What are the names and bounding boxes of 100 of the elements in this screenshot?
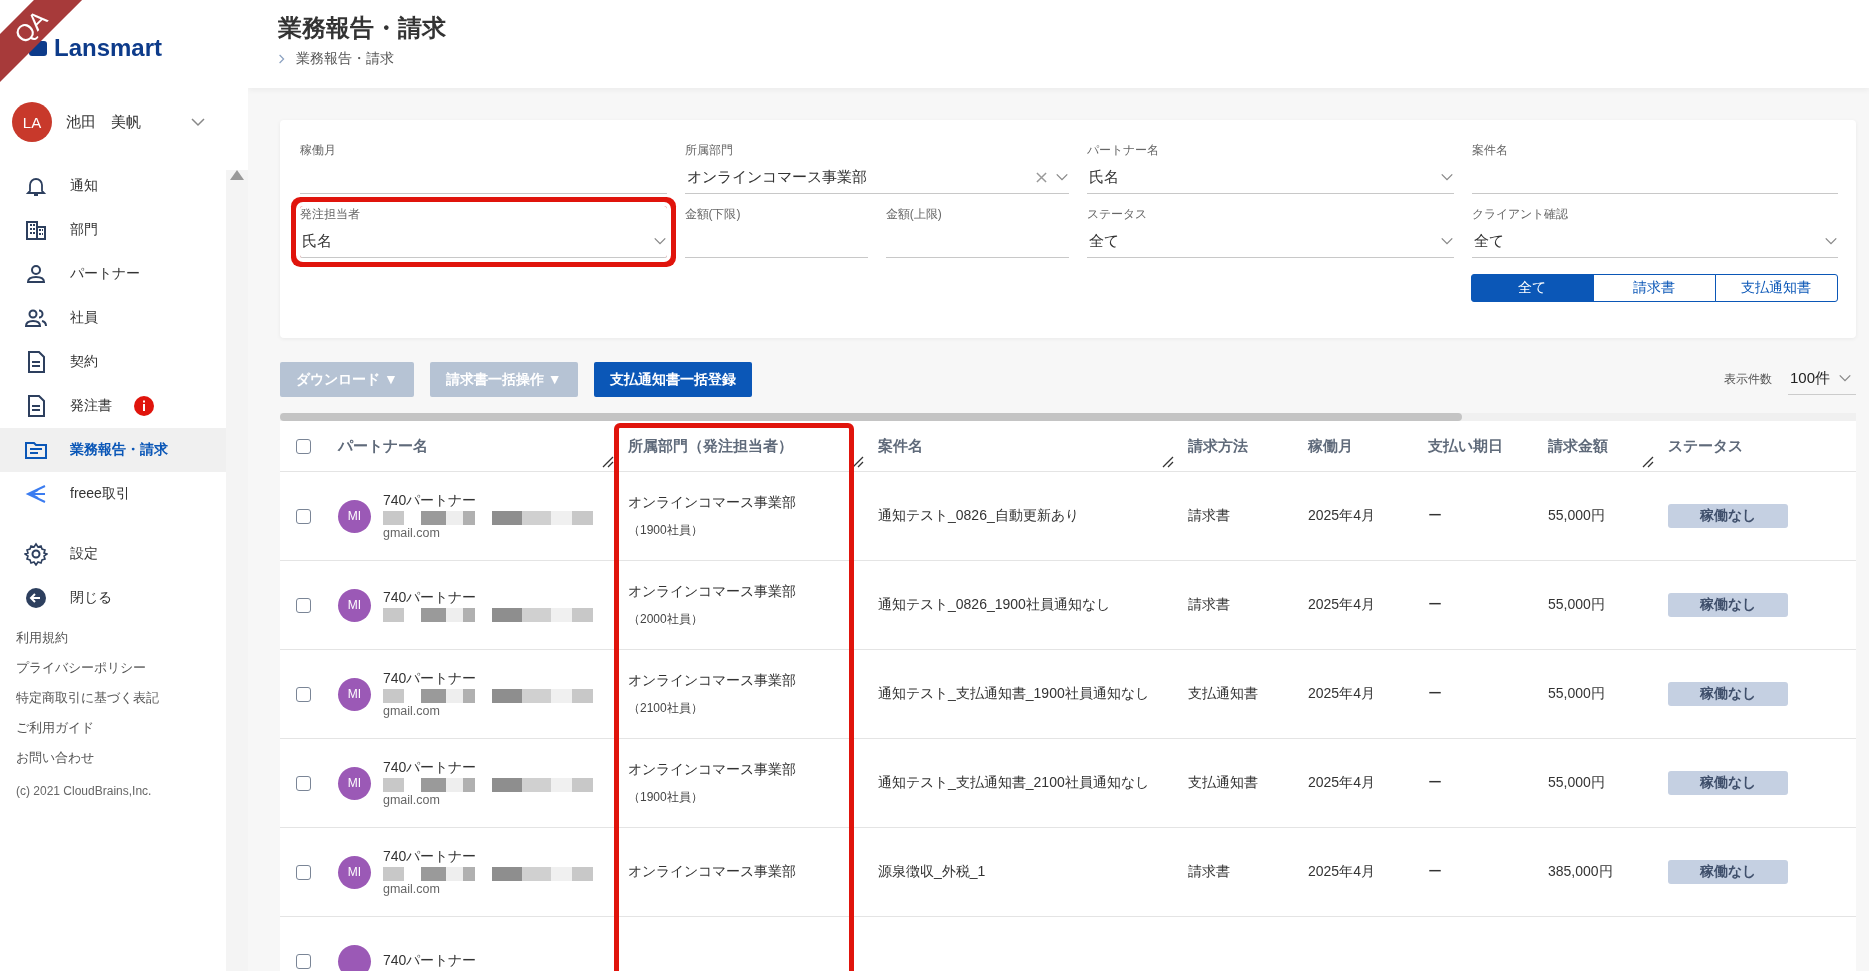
case-name: 通知テスト_支払通知書_1900社員通知なし — [878, 685, 1149, 701]
billing-method: 請求書 — [1188, 507, 1230, 523]
footer-link[interactable]: お問い合わせ — [16, 750, 226, 767]
billing-method: 請求書 — [1188, 596, 1230, 612]
row-checkbox[interactable] — [296, 775, 311, 791]
row-checkbox[interactable] — [296, 597, 311, 613]
partner-email: gmail.com — [383, 882, 441, 896]
column-header[interactable]: 案件名 — [878, 436, 923, 456]
column-header[interactable]: 請求方法 — [1188, 436, 1248, 456]
column-header[interactable]: ステータス — [1668, 436, 1743, 456]
billing-amount: 385,000円 — [1548, 863, 1613, 879]
nav-item[interactable]: 設定 — [0, 532, 226, 576]
filter-tab[interactable]: 支払通知書 — [1714, 274, 1838, 302]
horizontal-scrollbar[interactable] — [280, 413, 1462, 421]
copyright-text: (c) 2021 CloudBrains,Inc. — [16, 784, 153, 798]
resize-handle-icon[interactable] — [1162, 456, 1174, 468]
orderer-text: （2000社員） — [628, 610, 704, 628]
back-icon — [24, 586, 48, 610]
resize-handle-icon[interactable] — [602, 456, 614, 468]
work-month: 2025年4月 — [1308, 863, 1375, 879]
select-field[interactable]: ステータス 全て — [1087, 206, 1454, 258]
nav-item[interactable]: 部門 — [0, 208, 226, 252]
billing-amount: 55,000円 — [1548, 774, 1605, 790]
partner-avatar: MI — [338, 855, 371, 889]
select-field[interactable]: パートナー名 氏名 — [1087, 142, 1454, 194]
billing-method: 支払通知書 — [1188, 774, 1258, 790]
column-header[interactable]: パートナー名 — [338, 436, 428, 456]
scroll-up-icon[interactable] — [230, 170, 244, 180]
status-badge: 稼働なし — [1668, 771, 1788, 795]
column-header[interactable]: 支払い期日 — [1428, 436, 1503, 456]
brand-logo[interactable]: Lansmart — [54, 34, 163, 62]
nav-item[interactable]: 閉じる — [0, 576, 226, 620]
filter-tab[interactable]: 請求書 — [1592, 274, 1716, 302]
orderer-text: （1900社員） — [628, 788, 704, 806]
case-name: 通知テスト_支払通知書_2100社員通知なし — [878, 774, 1149, 790]
filter-tab[interactable]: 全て — [1470, 274, 1594, 302]
column-header[interactable]: 稼働月 — [1308, 436, 1353, 456]
row-checkbox[interactable] — [296, 864, 311, 880]
nav-item[interactable]: 契約 — [0, 340, 226, 384]
partner-name: 740パートナー — [383, 952, 477, 970]
user-avatar[interactable]: LA — [12, 102, 52, 142]
person-icon — [24, 262, 48, 286]
select-field[interactable]: 所属部門 オンラインコマース事業部 — [684, 142, 1069, 194]
action-button[interactable]: 支払通知書一括登録 — [593, 362, 752, 397]
partner-email: gmail.com — [383, 793, 441, 807]
footer-link[interactable]: 利用規約 — [16, 630, 226, 647]
partner-name: 740パートナー — [383, 492, 478, 510]
column-header[interactable]: 請求金額 — [1548, 436, 1608, 456]
billing-amount: 55,000円 — [1548, 507, 1605, 523]
department-text: オンラインコマース事業部 — [628, 671, 797, 690]
select-field[interactable]: 発注担当者 氏名 — [300, 206, 667, 258]
department-text: オンラインコマース事業部 — [628, 582, 797, 601]
footer-link[interactable]: ご利用ガイド — [16, 720, 226, 737]
input-field[interactable]: 案件名 — [1471, 142, 1838, 194]
status-badge: 稼働なし — [1668, 682, 1788, 706]
page-size-select[interactable]: 100件 — [1787, 364, 1856, 395]
due-date: ー — [1428, 507, 1442, 523]
user-name: 池田 美帆 — [66, 112, 142, 132]
nav-item[interactable]: 社員 — [0, 296, 226, 340]
nav-item[interactable]: 通知 — [0, 164, 226, 208]
due-date: ー — [1428, 596, 1442, 612]
breadcrumb-link[interactable]: 業務報告・請求 — [296, 50, 394, 68]
row-checkbox[interactable] — [296, 508, 311, 524]
footer-link[interactable]: 特定商取引に基づく表記 — [16, 690, 226, 707]
nav-item[interactable]: パートナー — [0, 252, 226, 296]
due-date: ー — [1428, 863, 1442, 879]
select-all-checkbox[interactable] — [296, 438, 311, 454]
resize-handle-icon[interactable] — [1642, 456, 1654, 468]
partner-avatar — [338, 944, 371, 971]
nav-item[interactable]: freee取引 — [0, 472, 226, 516]
partner-email: gmail.com — [383, 526, 441, 540]
partner-name: 740パートナー — [383, 759, 478, 777]
partner-name: 740パートナー — [383, 670, 478, 688]
row-checkbox[interactable] — [296, 686, 311, 702]
nav-item[interactable]: 業務報告・請求 — [0, 428, 226, 472]
case-name: 通知テスト_0826_自動更新あり — [878, 507, 1079, 523]
billing-amount: 55,000円 — [1548, 596, 1605, 612]
resize-handle-icon[interactable] — [852, 456, 864, 468]
partner-email: gmail.com — [383, 704, 441, 718]
billing-method: 請求書 — [1188, 863, 1230, 879]
row-checkbox[interactable] — [296, 953, 311, 969]
due-date: ー — [1428, 685, 1442, 701]
input-field[interactable]: 稼働月 — [300, 142, 667, 194]
due-date: ー — [1428, 774, 1442, 790]
orderer-text: （2100社員） — [628, 699, 704, 717]
column-header[interactable]: 所属部門（発注担当者） — [628, 436, 793, 456]
work-month: 2025年4月 — [1308, 596, 1375, 612]
chevron-right-icon — [278, 53, 286, 65]
partner-avatar: MI — [338, 588, 371, 622]
input-field[interactable]: 金額(上限) — [885, 206, 1069, 258]
work-month: 2025年4月 — [1308, 774, 1375, 790]
clear-icon[interactable] — [1036, 171, 1047, 183]
input-field[interactable]: 金額(下限) — [684, 206, 868, 258]
footer-link[interactable]: プライバシーポリシー — [16, 660, 226, 677]
nav-item[interactable]: 発注書 — [0, 384, 226, 428]
select-field[interactable]: クライアント確認 全て — [1471, 206, 1838, 258]
page-size-label: 表示件数 — [1723, 371, 1772, 388]
partner-avatar: MI — [338, 499, 371, 533]
status-badge: 稼働なし — [1668, 860, 1788, 884]
department-text: オンラインコマース事業部 — [628, 863, 797, 881]
